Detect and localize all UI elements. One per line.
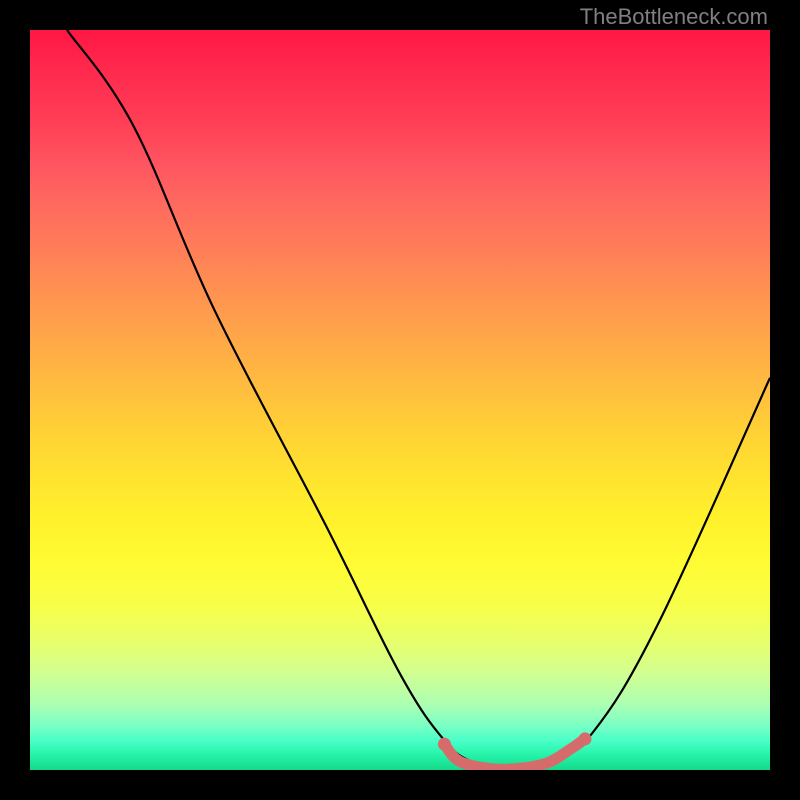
valley-highlight-path	[444, 739, 585, 770]
highlight-start-dot	[438, 738, 451, 751]
chart-svg	[30, 30, 770, 770]
highlight-end-dot	[579, 732, 592, 745]
watermark-text: TheBottleneck.com	[580, 4, 768, 30]
chart-container: TheBottleneck.com	[0, 0, 800, 800]
bottleneck-curve-path	[67, 30, 770, 770]
plot-area	[30, 30, 770, 770]
